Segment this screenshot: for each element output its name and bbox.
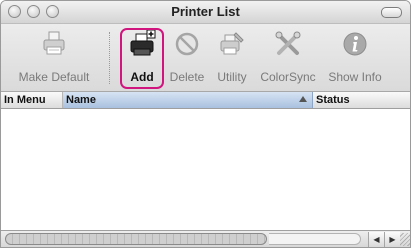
delete-button[interactable]: Delete: [167, 24, 207, 91]
table-header: In Menu Name Status: [1, 92, 410, 109]
column-header-in-menu[interactable]: In Menu: [1, 92, 63, 108]
horizontal-scrollbar[interactable]: ◀ ▶: [1, 230, 410, 247]
scroll-left-button[interactable]: ◀: [368, 232, 384, 247]
column-header-name-label: Name: [66, 94, 96, 106]
show-info-label: Show Info: [328, 70, 382, 84]
colorsync-label: ColorSync: [260, 70, 316, 84]
resize-grip-icon[interactable]: [400, 233, 410, 246]
info-icon: [343, 32, 367, 56]
toolbar-separator: [109, 32, 111, 84]
title-bar: Printer List: [1, 1, 410, 24]
scrollbar-thumb[interactable]: [5, 233, 267, 245]
toolbar-toggle-button[interactable]: [381, 7, 402, 18]
make-default-button[interactable]: Make Default: [7, 24, 101, 91]
make-default-label: Make Default: [18, 70, 90, 84]
scrollbar-track[interactable]: [269, 233, 361, 245]
window-title: Printer List: [171, 4, 240, 19]
column-header-name[interactable]: Name: [63, 92, 313, 108]
delete-icon: [175, 32, 199, 56]
colorsync-button[interactable]: ColorSync: [259, 24, 317, 91]
printer-default-icon: [43, 31, 65, 55]
utility-label: Utility: [217, 70, 247, 84]
scroll-right-button[interactable]: ▶: [384, 232, 400, 247]
colorsync-icon: [275, 31, 301, 55]
toolbar: Make Default Add Delete Utility ColorSyn…: [1, 24, 410, 92]
show-info-button[interactable]: Show Info: [321, 24, 389, 91]
delete-label: Delete: [169, 70, 205, 84]
utility-icon: [220, 32, 244, 55]
printer-list[interactable]: [1, 109, 410, 229]
utility-button[interactable]: Utility: [209, 24, 255, 91]
printer-list-window: Printer List Make Default Add Delete Uti…: [0, 0, 411, 248]
sort-ascending-icon: [299, 96, 307, 102]
column-header-status[interactable]: Status: [313, 92, 410, 108]
add-highlight-callout: [120, 28, 164, 89]
